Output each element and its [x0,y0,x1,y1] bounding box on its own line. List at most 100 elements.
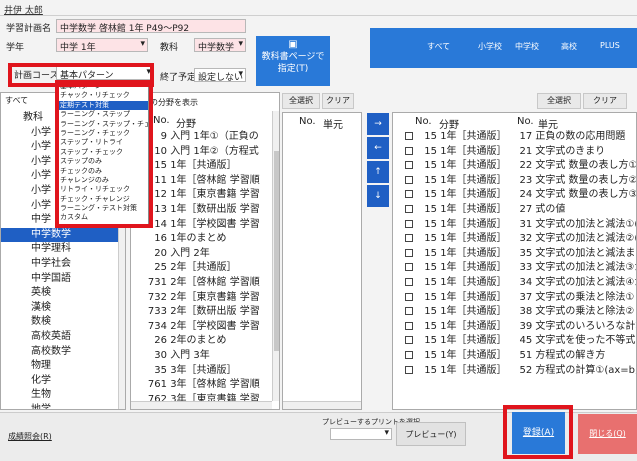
subject-item[interactable]: 数検 [1,315,119,330]
field-scrollbar[interactable] [272,111,279,401]
selected-row[interactable]: 15 1年［共通版］ 37 文字式の乗法と除法① [393,291,636,306]
right-clear-button[interactable]: クリア [583,93,627,109]
tab-elementary[interactable]: 小学校 [478,41,502,52]
end-select[interactable]: 設定しない ▾ [194,68,246,82]
move-down-button[interactable]: ↓ [367,185,389,207]
selected-row[interactable]: 15 1年［共通版］ 33 文字式の加法と減法③かっ [393,261,636,276]
subject-item[interactable]: 化学 [1,374,119,389]
row-checkbox[interactable] [405,292,413,301]
selected-row[interactable]: 15 1年［共通版］ 24 文字式 数量の表し方③( [393,188,636,203]
field-hscrollbar[interactable] [131,401,272,409]
row-checkbox[interactable] [405,204,413,213]
unit-hscrollbar[interactable] [283,401,361,409]
field-row[interactable]: 25 2年［共通版］ [131,261,271,276]
field-name: 入門 1年①（正負の [170,131,259,142]
field-no: 25 [154,262,167,274]
selected-row[interactable]: 15 1年［共通版］ 51 方程式の解き方 [393,349,636,364]
field-row[interactable]: 732 2年［東京書籍 学習 [131,291,271,306]
move-left-button[interactable]: ← [367,137,389,159]
subject-list-header[interactable]: すべて [5,95,28,106]
subject-item[interactable]: 高校数学 [1,345,119,360]
field-row[interactable]: 35 3年［共通版］ [131,364,271,379]
field-row[interactable]: 20 入門 2年 [131,247,271,262]
row-checkbox[interactable] [405,234,413,243]
row-checkbox[interactable] [405,365,413,374]
row-checkbox[interactable] [405,190,413,199]
selected-row[interactable]: 15 1年［共通版］ 23 文字式 数量の表し方②( [393,174,636,189]
grade-select[interactable]: 中学 1年 ▾ [56,38,148,52]
row-checkbox[interactable] [405,219,413,228]
row-checkbox[interactable] [405,175,413,184]
selected-row[interactable]: 15 1年［共通版］ 45 文字式を使った不等式・等 [393,334,636,349]
row-checkbox[interactable] [405,321,413,330]
row-checkbox[interactable] [405,336,413,345]
middle-clear-button[interactable]: クリア [322,93,354,109]
subject-item[interactable]: 高校英語 [1,330,119,345]
selected-row[interactable]: 15 1年［共通版］ 52 方程式の計算①(ax=b,a [393,364,636,379]
move-right-button[interactable]: → [367,113,389,135]
end-value: 設定しない [198,73,244,82]
field-row[interactable]: 731 2年［啓林館 学習順 [131,276,271,291]
row-checkbox[interactable] [405,248,413,257]
preview-button[interactable]: プレビュー(Y) [396,422,466,446]
middle-select-all-button[interactable]: 全選択 [282,93,320,109]
row-no2: 51 [519,349,533,361]
subject-item[interactable]: 中学社会 [1,257,119,272]
field-row[interactable]: 26 2年のまとめ [131,334,271,349]
right-select-all-button[interactable]: 全選択 [537,93,581,109]
close-button[interactable]: 閉じる(Q) [578,414,637,454]
row-field: 1年［共通版］ [440,306,507,318]
subject-item[interactable]: 英検 [1,286,119,301]
tab-plus[interactable]: PLUS [600,41,620,50]
row-checkbox[interactable] [405,146,413,155]
row-checkbox[interactable] [405,277,413,286]
field-row[interactable]: 16 1年のまとめ [131,232,271,247]
arrow-right-icon: → [374,119,382,129]
selected-row[interactable]: 15 1年［共通版］ 38 文字式の乗法と除法② [393,305,636,320]
tab-high-school[interactable]: 高校 [561,41,577,52]
row-no2: 23 [519,174,533,186]
textbook-page-button[interactable]: ▣ 教科書ページで 指定(T) [256,36,330,86]
subject-item[interactable]: 生物 [1,388,119,403]
grades-link[interactable]: 成績照会(R) [8,431,52,442]
row-checkbox[interactable] [405,263,413,272]
subject-item[interactable]: 漢検 [1,301,119,316]
subject-item[interactable]: 中学国語 [1,272,119,287]
field-row[interactable]: 30 入門 3年 [131,349,271,364]
selected-row[interactable]: 15 1年［共通版］ 17 正負の数の応用問題 [393,130,636,145]
selected-row[interactable]: 15 1年［共通版］ 22 文字式 数量の表し方①( [393,159,636,174]
row-checkbox[interactable] [405,350,413,359]
row-no2: 52 [519,364,533,376]
selected-row[interactable]: 15 1年［共通版］ 34 文字式の加法と減法④かっ [393,276,636,291]
sel-col-no2: No. [517,116,534,127]
subject-item[interactable]: 中学数学 [1,227,119,243]
scroll-thumb[interactable] [274,151,279,351]
field-row[interactable]: 734 2年［学校図書 学習 [131,320,271,335]
field-row[interactable]: 733 2年［数研出版 学習 [131,305,271,320]
tab-all[interactable]: すべて [427,41,450,52]
row-checkbox[interactable] [405,307,413,316]
row-checkbox[interactable] [405,161,413,170]
subject-item[interactable]: 物理 [1,359,119,374]
subject-item[interactable]: 中学理科 [1,242,119,257]
row-no2: 24 [519,189,533,201]
selected-row[interactable]: 15 1年［共通版］ 21 文字式のきまり [393,145,636,160]
selected-row[interactable]: 15 1年［共通版］ 31 文字式の加法と減法①(整 [393,218,636,233]
selected-row[interactable]: 15 1年［共通版］ 35 文字式の加法と減法まとめ [393,247,636,262]
move-up-button[interactable]: ↑ [367,161,389,183]
selected-row[interactable]: 15 1年［共通版］ 27 式の値 [393,203,636,218]
plan-name-field[interactable]: 中学数学 啓林館 1年 P49～P92 [56,19,246,33]
sel-col-no: No. [415,116,432,127]
close-label: 閉じる(Q) [589,429,626,438]
row-checkbox[interactable] [405,132,413,140]
print-select[interactable]: ▾ [330,428,392,440]
selected-row[interactable]: 15 1年［共通版］ 39 文字式のいろいろな計算①( [393,320,636,335]
row-field: 1年［共通版］ [440,160,507,172]
field-row[interactable]: 761 3年［啓林館 学習順 [131,378,271,393]
subject-item[interactable]: 地学 [1,403,119,409]
field-name: 2年［東京書籍 学習 [170,291,260,303]
end-label: 終了予定 [160,73,197,83]
selected-row[interactable]: 15 1年［共通版］ 32 文字式の加法と減法②(小 [393,232,636,247]
tab-junior-high[interactable]: 中学校 [515,41,539,52]
subject-select[interactable]: 中学数学 ▾ [194,38,246,52]
